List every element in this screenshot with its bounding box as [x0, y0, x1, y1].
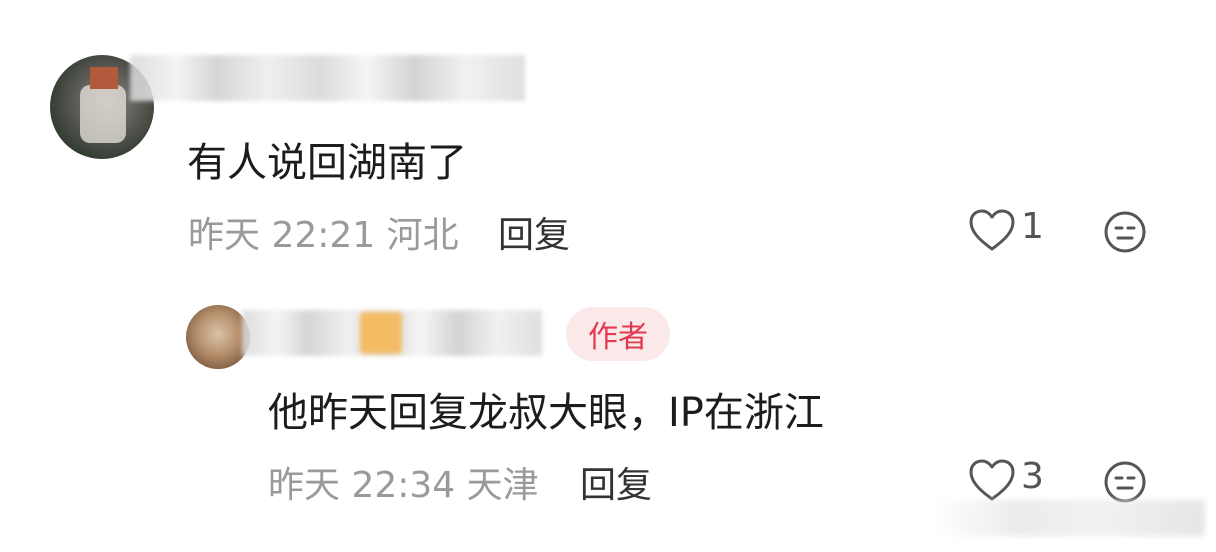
reply-meta: 昨天 22:34 天津: [268, 456, 539, 508]
like-count: 3: [1021, 456, 1044, 497]
watermark-blurred: [935, 500, 1205, 536]
comment-meta: 昨天 22:21 河北: [188, 206, 459, 258]
reply-location: 天津: [466, 465, 539, 506]
heart-outline-icon[interactable]: [968, 459, 1016, 503]
comment-location: 河北: [386, 215, 459, 256]
comment-text: 有人说回湖南了: [187, 140, 467, 186]
author-badge: 作者: [566, 307, 670, 361]
author-username-blurred[interactable]: [242, 310, 542, 356]
reply-button[interactable]: 回复: [580, 456, 652, 508]
reply-time: 昨天 22:34: [268, 465, 456, 506]
comment-time: 昨天 22:21: [188, 215, 376, 256]
reply-text: 他昨天回复龙叔大眼，IP在浙江: [268, 390, 824, 436]
heart-outline-icon[interactable]: [968, 209, 1016, 253]
author-avatar[interactable]: [186, 305, 250, 369]
reply-button[interactable]: 回复: [498, 206, 570, 258]
commenter-username-blurred[interactable]: [130, 55, 525, 101]
neutral-face-icon[interactable]: [1103, 210, 1147, 254]
like-count: 1: [1021, 206, 1044, 247]
neutral-face-icon[interactable]: [1103, 460, 1147, 504]
